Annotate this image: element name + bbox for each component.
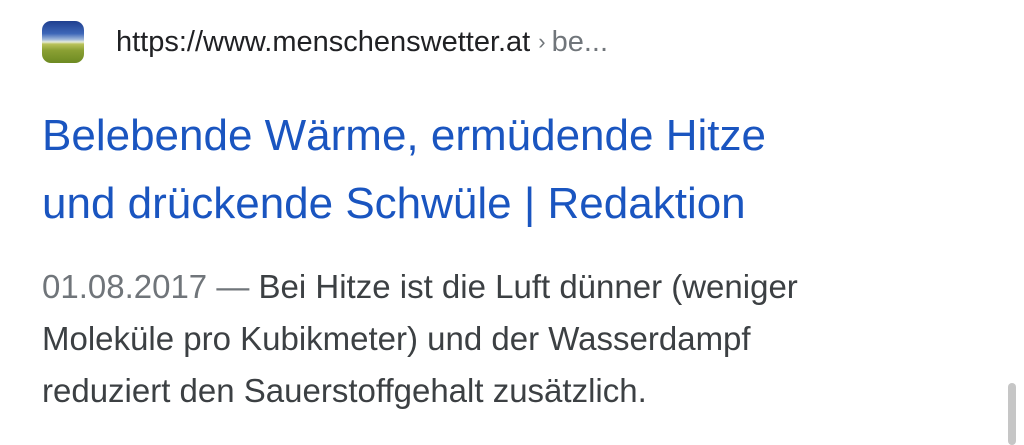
date-separator: —: [207, 268, 259, 305]
result-title-link[interactable]: Belebende Wärme, ermüdende Hitze und drü…: [42, 102, 982, 238]
source-path[interactable]: be...: [552, 26, 608, 59]
result-date: 01.08.2017: [42, 268, 208, 305]
snippet-line-1: 01.08.2017 — Bei Hitze ist die Luft dünn…: [42, 261, 982, 313]
scrollbar-thumb[interactable]: [1008, 383, 1016, 445]
snippet-line-2: Moleküle pro Kubikmeter) und der Wasserd…: [42, 320, 751, 357]
result-source[interactable]: https://www.menschenswetter.at › be...: [42, 20, 608, 64]
snippet-text-1: Bei Hitze ist die Luft dünner (weniger: [258, 268, 798, 305]
result-title-line-2[interactable]: und drückende Schwüle | Redaktion: [42, 170, 982, 238]
site-favicon-icon: [42, 21, 84, 63]
result-title-line-1[interactable]: Belebende Wärme, ermüdende Hitze: [42, 102, 982, 170]
snippet-line-3: reduziert den Sauerstoffgehalt zusätzlic…: [42, 372, 647, 409]
breadcrumb-separator: ›: [538, 29, 546, 54]
result-snippet: 01.08.2017 — Bei Hitze ist die Luft dünn…: [42, 261, 982, 417]
source-url[interactable]: https://www.menschenswetter.at: [116, 26, 530, 59]
search-result: https://www.menschenswetter.at › be... B…: [0, 0, 1024, 445]
